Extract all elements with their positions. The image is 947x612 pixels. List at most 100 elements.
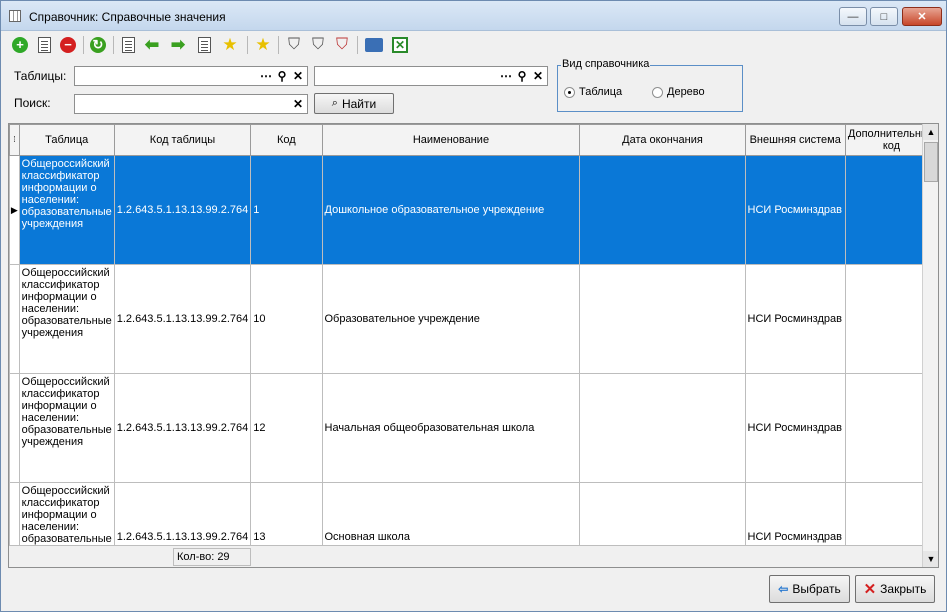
title-bar: Справочник: Справочные значения — □ ✕ [1, 1, 946, 31]
filter-button[interactable]: ⛉ [283, 34, 305, 56]
tables-field-2[interactable]: ⋯ ⚲ ✕ [314, 66, 548, 86]
find-button[interactable]: ⌕ Найти [314, 93, 394, 114]
scroll-up-icon[interactable]: ▲ [923, 124, 938, 140]
radio-icon [652, 86, 663, 98]
add-favorite-button[interactable]: ★ [219, 34, 241, 56]
view-table-label: Таблица [579, 86, 623, 98]
clear-icon[interactable]: ✕ [291, 69, 305, 83]
column-header[interactable]: Дата окончания [579, 124, 746, 156]
close-button[interactable]: ✕ Закрыть [855, 575, 935, 603]
excel-export-button[interactable]: ✕ [389, 34, 411, 56]
copy-button[interactable] [117, 34, 139, 56]
more-icon[interactable]: ⋯ [499, 69, 513, 83]
column-header[interactable]: Код таблицы [113, 124, 252, 156]
search-field[interactable]: ✕ [74, 94, 308, 114]
tables-input-2[interactable] [317, 68, 497, 84]
filter-clear-button[interactable]: ⛉ [331, 34, 353, 56]
cell-ext-system[interactable]: НСИ Росминздрав [744, 155, 846, 265]
row-indicator [9, 373, 20, 483]
filter-icon: ⛉ [287, 36, 300, 53]
cell-table[interactable]: Общероссийский классификатор информации … [18, 264, 115, 374]
search-icon[interactable]: ⚲ [515, 69, 529, 83]
search-icon[interactable]: ⚲ [275, 69, 289, 83]
add-button[interactable]: + [9, 34, 31, 56]
table-row[interactable]: Общероссийский классификатор информации … [9, 373, 938, 483]
move-left-button[interactable]: ⬅ [141, 34, 163, 56]
select-button-label: Выбрать [792, 582, 841, 596]
current-row-icon: ▶ [9, 155, 20, 265]
cell-code[interactable]: 1 [250, 155, 323, 265]
cell-end-date[interactable] [579, 264, 746, 374]
column-header[interactable]: Внешняя система [744, 124, 846, 156]
close-icon: ✕ [863, 581, 877, 598]
refresh-icon: ↻ [90, 37, 106, 53]
tables-label: Таблицы: [14, 69, 67, 83]
favorites-button[interactable]: ★ [252, 34, 274, 56]
filter-edit-icon: ⛉ [311, 36, 324, 53]
view-tree-label: Дерево [667, 86, 705, 98]
excel-icon: ✕ [392, 37, 408, 53]
cell-table-code[interactable]: 1.2.643.5.1.13.13.99.2.764 [113, 155, 252, 265]
cell-code[interactable]: 12 [250, 373, 323, 483]
column-header[interactable]: Наименование [321, 124, 581, 156]
scroll-down-icon[interactable]: ▼ [923, 551, 938, 567]
more-icon[interactable]: ⋯ [259, 69, 273, 83]
column-header[interactable]: Таблица [18, 124, 115, 156]
search-input[interactable] [77, 96, 287, 112]
cell-table[interactable]: Общероссийский классификатор информации … [18, 155, 115, 265]
cell-table[interactable]: Общероссийский классификатор информации … [18, 373, 115, 483]
edit-button[interactable] [33, 34, 55, 56]
view-table-radio[interactable]: Таблица [564, 86, 622, 98]
search-label: Поиск: [14, 96, 51, 110]
copy-icon [121, 37, 135, 53]
table-row[interactable]: Общероссийский классификатор информации … [9, 264, 938, 374]
refresh-button[interactable]: ↻ [87, 34, 109, 56]
cell-ext-system[interactable]: НСИ Росминздрав [744, 373, 846, 483]
toolbar-separator [247, 36, 248, 54]
maximize-button[interactable]: □ [870, 7, 898, 26]
tables-input[interactable] [77, 68, 257, 84]
scroll-thumb[interactable] [924, 142, 938, 182]
cell-name[interactable]: Образовательное учреждение [321, 264, 581, 374]
minimize-button[interactable]: — [839, 7, 867, 26]
view-type-legend: Вид справочника [561, 58, 651, 70]
cell-end-date[interactable] [579, 155, 746, 265]
delete-button[interactable]: − [57, 34, 79, 56]
find-button-label: Найти [341, 96, 377, 111]
row-indicator-header[interactable]: ⁞ [9, 124, 20, 156]
cell-name[interactable]: Дошкольное образовательное учреждение [321, 155, 581, 265]
vertical-scrollbar[interactable]: ▲ ▼ [922, 124, 938, 567]
close-window-button[interactable]: ✕ [902, 7, 942, 26]
clear-icon[interactable]: ✕ [291, 97, 305, 111]
clear-icon[interactable]: ✕ [531, 69, 545, 83]
grid-table: ⁞ Таблица Код таблицы Код Наименование Д… [9, 124, 938, 567]
cell-code[interactable]: 10 [250, 264, 323, 374]
print-button[interactable] [363, 34, 385, 56]
arrow-right-icon: ➡ [170, 35, 186, 54]
row-indicator [9, 264, 20, 374]
tables-field[interactable]: ⋯ ⚲ ✕ [74, 66, 308, 86]
print-icon [365, 38, 383, 52]
app-icon [9, 10, 21, 22]
move-right-button[interactable]: ➡ [167, 34, 189, 56]
toolbar: + − ↻ ⬅ ➡ ★ ★ ⛉ ⛉ ⛉ ✕ [7, 33, 467, 57]
cell-name[interactable]: Начальная общеобразовательная школа [321, 373, 581, 483]
cell-ext-system[interactable]: НСИ Росминздрав [744, 264, 846, 374]
copy-icon [197, 37, 211, 53]
table-row[interactable]: ▶ Общероссийский классификатор информаци… [9, 155, 938, 265]
favorites-icon: ★ [255, 35, 271, 54]
find-icon: ⌕ [331, 97, 338, 109]
cell-table-code[interactable]: 1.2.643.5.1.13.13.99.2.764 [113, 373, 252, 483]
select-icon: ⇦ [778, 582, 789, 596]
copy-record-button[interactable] [193, 34, 215, 56]
select-button[interactable]: ⇦ Выбрать [769, 575, 850, 603]
column-header[interactable]: Код [250, 124, 323, 156]
toolbar-separator [113, 36, 114, 54]
filter-edit-button[interactable]: ⛉ [307, 34, 329, 56]
cell-table-code[interactable]: 1.2.643.5.1.13.13.99.2.764 [113, 264, 252, 374]
data-grid: ⁞ Таблица Код таблицы Код Наименование Д… [8, 123, 939, 568]
cell-end-date[interactable] [579, 373, 746, 483]
dictionary-window: Справочник: Справочные значения — □ ✕ + … [0, 0, 947, 612]
view-tree-radio[interactable]: Дерево [652, 86, 705, 98]
arrow-left-icon: ⬅ [144, 35, 160, 54]
